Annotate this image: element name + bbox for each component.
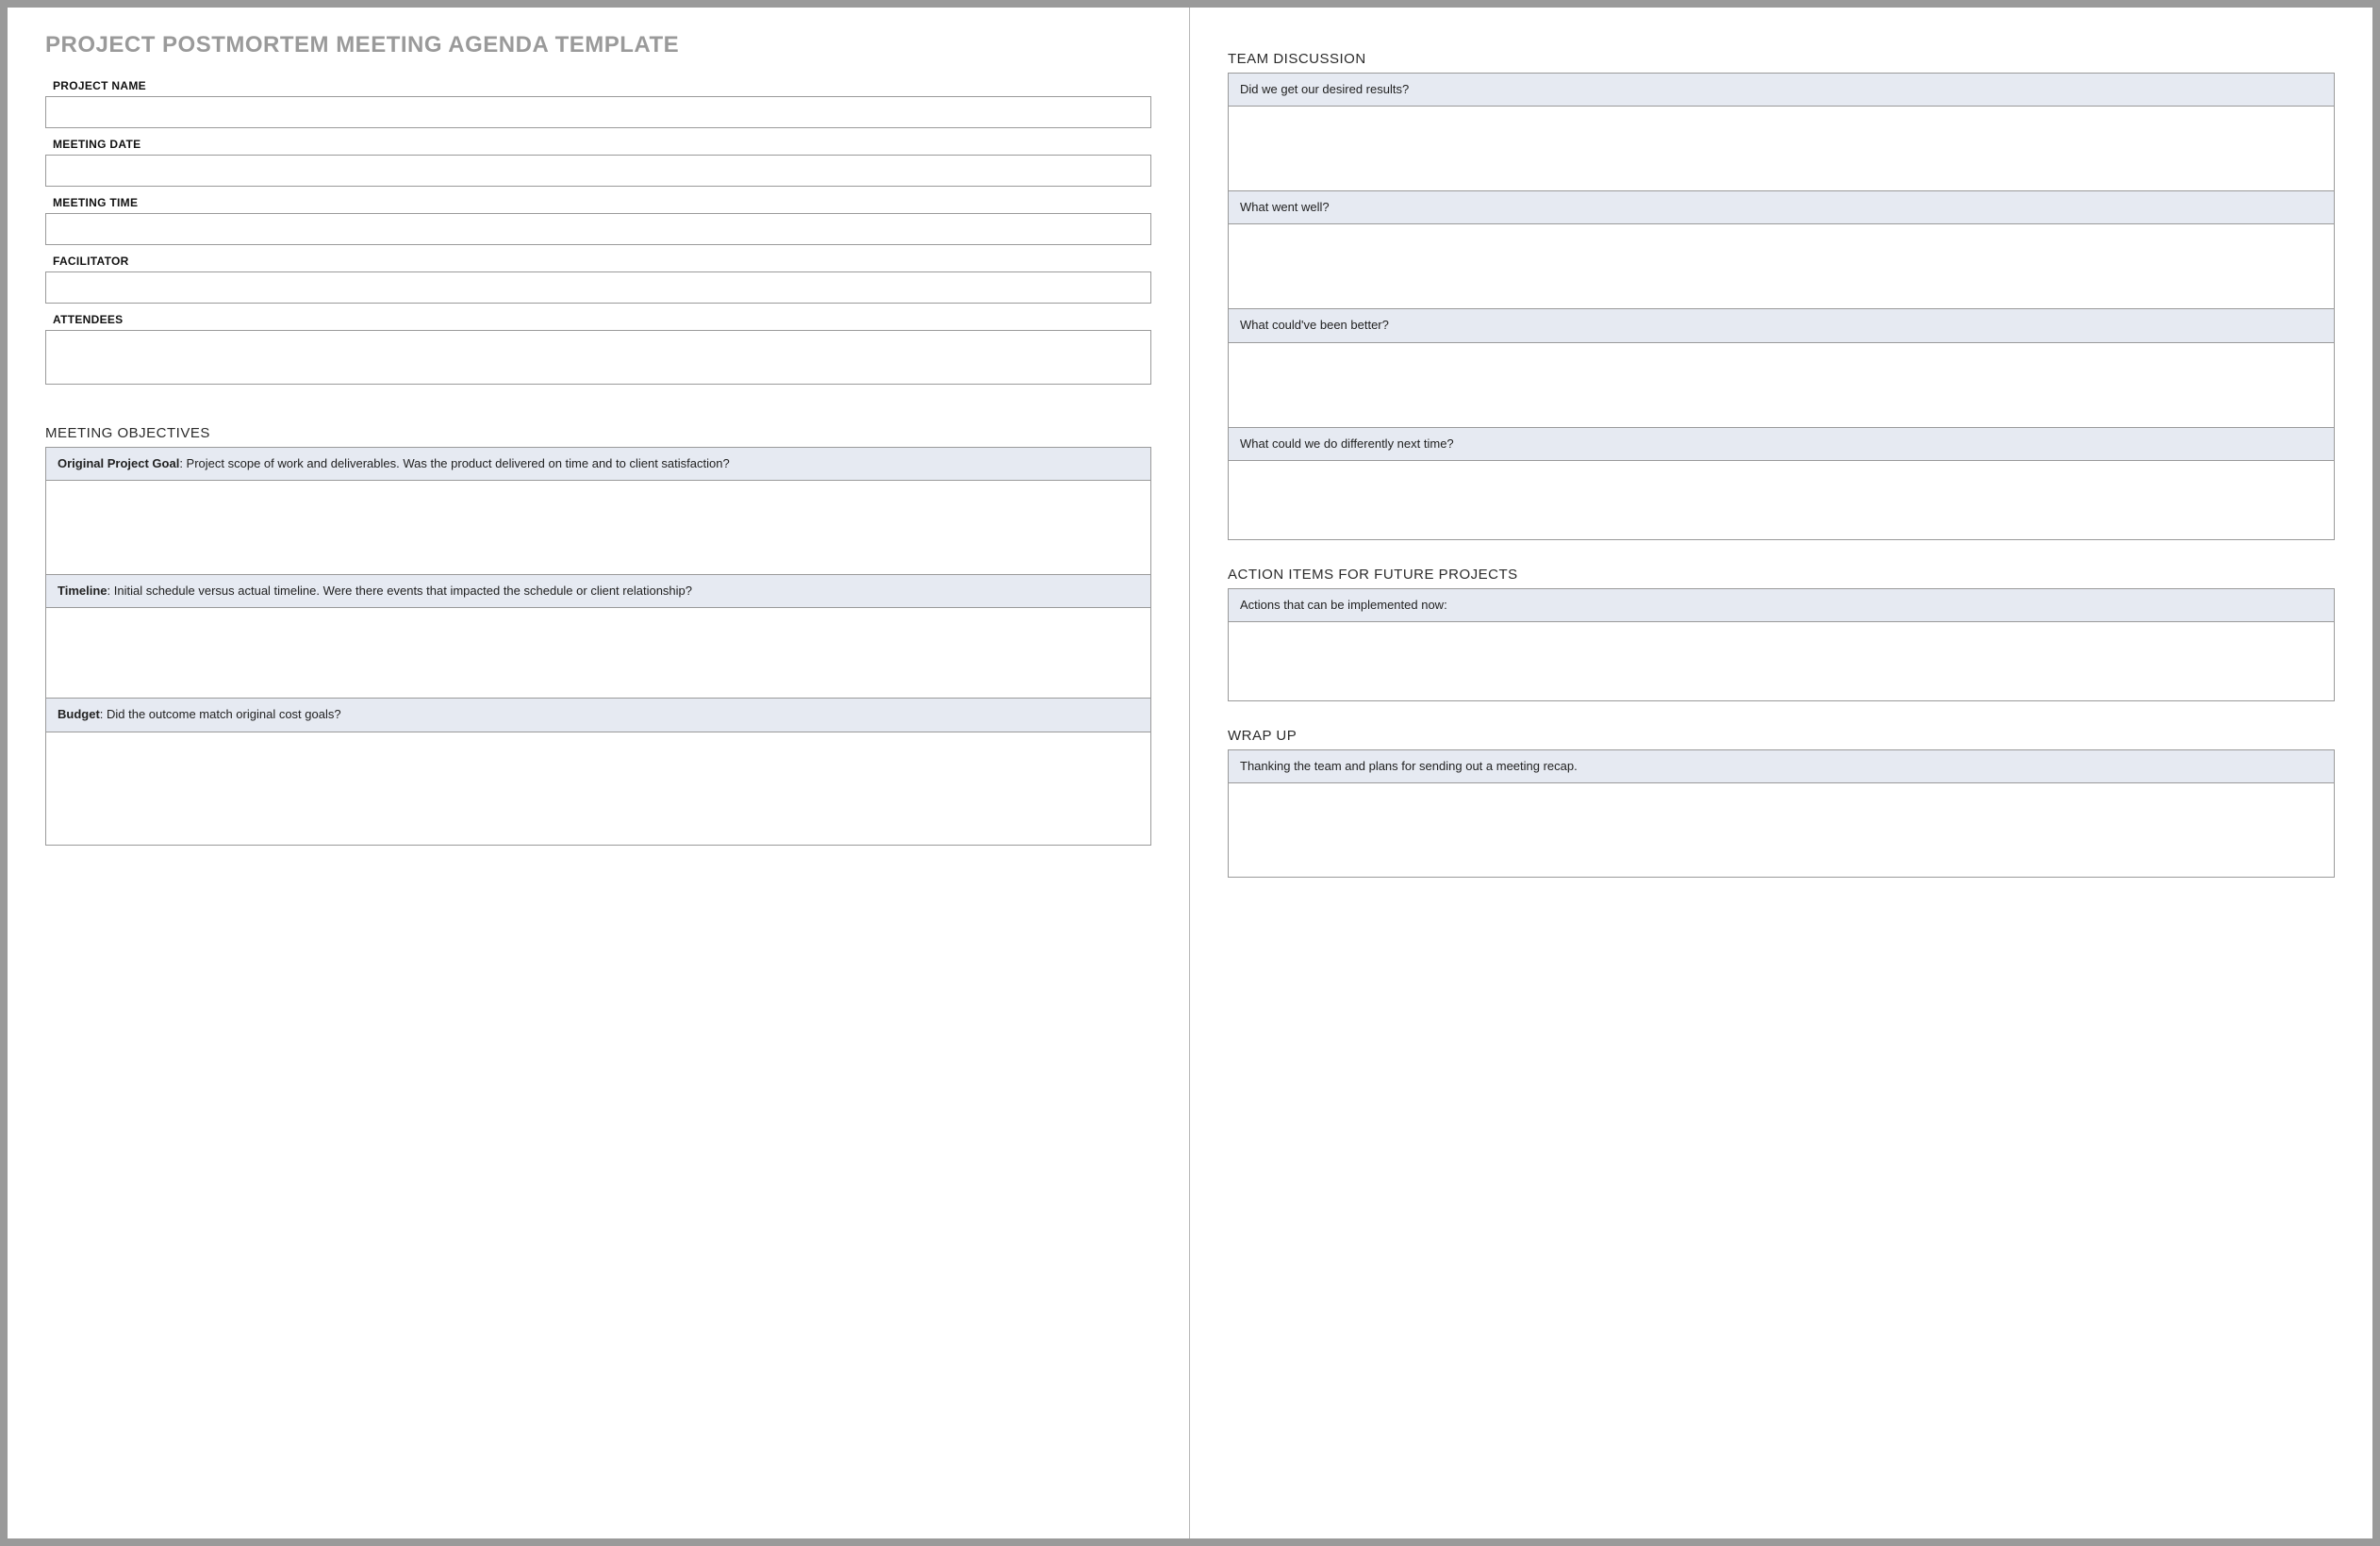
discussion-differently-header: What could we do differently next time? (1228, 428, 2335, 461)
discussion-could-be-better: What could've been better? (1228, 309, 2335, 427)
objective-original-goal-label: Original Project Goal (58, 456, 179, 470)
wrap-up-block: Thanking the team and plans for sending … (1228, 749, 2335, 878)
discussion-could-be-better-input[interactable] (1228, 343, 2335, 428)
document-page: PROJECT POSTMORTEM MEETING AGENDA TEMPLA… (8, 8, 2372, 1538)
objective-original-goal: Original Project Goal: Project scope of … (45, 447, 1151, 575)
objective-budget-input[interactable] (45, 732, 1151, 846)
objective-original-goal-text: : Project scope of work and deliverables… (179, 456, 729, 470)
field-meeting-date: MEETING DATE (45, 138, 1151, 187)
discussion-desired-results-input[interactable] (1228, 107, 2335, 191)
field-facilitator: FACILITATOR (45, 255, 1151, 304)
discussion-desired-results: Did we get our desired results? (1228, 73, 2335, 191)
wrap-up-header: Thanking the team and plans for sending … (1228, 749, 2335, 783)
label-attendees: ATTENDEES (45, 313, 1151, 326)
wrap-up-input[interactable] (1228, 783, 2335, 878)
objective-budget-text: : Did the outcome match original cost go… (100, 707, 341, 721)
action-items-block: Actions that can be implemented now: (1228, 588, 2335, 701)
heading-meeting-objectives: MEETING OBJECTIVES (45, 425, 1151, 441)
discussion-desired-results-header: Did we get our desired results? (1228, 73, 2335, 107)
left-column: PROJECT POSTMORTEM MEETING AGENDA TEMPLA… (8, 8, 1190, 1538)
discussion-could-be-better-header: What could've been better? (1228, 309, 2335, 342)
label-project-name: PROJECT NAME (45, 79, 1151, 92)
document-title: PROJECT POSTMORTEM MEETING AGENDA TEMPLA… (45, 32, 1151, 58)
discussion-differently: What could we do differently next time? (1228, 428, 2335, 540)
objective-original-goal-input[interactable] (45, 481, 1151, 575)
action-items-header: Actions that can be implemented now: (1228, 588, 2335, 622)
objective-budget: Budget: Did the outcome match original c… (45, 699, 1151, 845)
input-meeting-time[interactable] (45, 213, 1151, 245)
field-project-name: PROJECT NAME (45, 79, 1151, 128)
objective-timeline-label: Timeline (58, 584, 107, 598)
objective-timeline-text: : Initial schedule versus actual timelin… (107, 584, 692, 598)
label-facilitator: FACILITATOR (45, 255, 1151, 268)
input-meeting-date[interactable] (45, 155, 1151, 187)
label-meeting-time: MEETING TIME (45, 196, 1151, 209)
objective-timeline: Timeline: Initial schedule versus actual… (45, 575, 1151, 699)
objective-budget-header: Budget: Did the outcome match original c… (45, 699, 1151, 732)
discussion-went-well-header: What went well? (1228, 191, 2335, 224)
heading-action-items: ACTION ITEMS FOR FUTURE PROJECTS (1228, 567, 2335, 583)
action-items-input[interactable] (1228, 622, 2335, 701)
input-project-name[interactable] (45, 96, 1151, 128)
discussion-differently-input[interactable] (1228, 461, 2335, 540)
input-attendees[interactable] (45, 330, 1151, 385)
heading-team-discussion: TEAM DISCUSSION (1228, 51, 2335, 67)
objective-original-goal-header: Original Project Goal: Project scope of … (45, 447, 1151, 481)
objective-timeline-header: Timeline: Initial schedule versus actual… (45, 575, 1151, 608)
discussion-went-well-input[interactable] (1228, 224, 2335, 309)
field-meeting-time: MEETING TIME (45, 196, 1151, 245)
label-meeting-date: MEETING DATE (45, 138, 1151, 151)
objective-budget-label: Budget (58, 707, 100, 721)
input-facilitator[interactable] (45, 271, 1151, 304)
heading-wrap-up: WRAP UP (1228, 728, 2335, 744)
right-column: TEAM DISCUSSION Did we get our desired r… (1190, 8, 2372, 1538)
field-attendees: ATTENDEES (45, 313, 1151, 389)
discussion-went-well: What went well? (1228, 191, 2335, 309)
objective-timeline-input[interactable] (45, 608, 1151, 699)
